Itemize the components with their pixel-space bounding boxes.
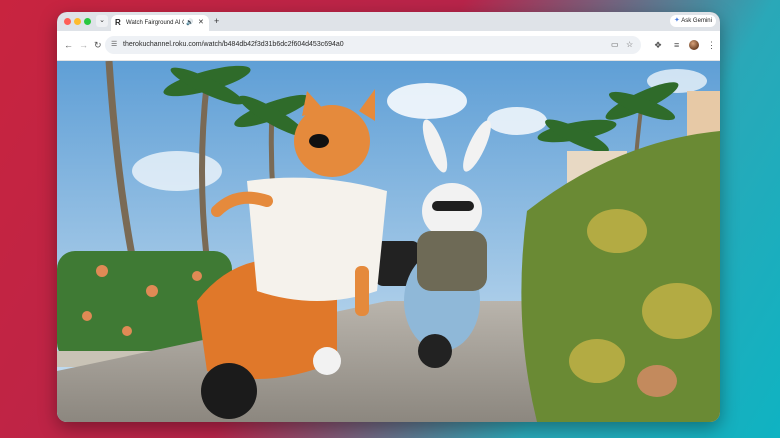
puzzle-icon[interactable]: ❖ [654, 38, 662, 52]
plus-icon[interactable]: + [214, 15, 219, 27]
tune-icon[interactable]: ☰ [111, 39, 117, 51]
reload-icon[interactable]: ↻ [94, 39, 102, 51]
browser-window: ⌄ R Watch Fairground AI Cre 🔊 ✕ + ✦ Ask … [57, 12, 720, 422]
browser-toolbar: ← → ↻ ☰ therokuchannel.roku.com/watch/b4… [57, 31, 720, 61]
url-text[interactable]: therokuchannel.roku.com/watch/b484db42f3… [123, 39, 344, 51]
forward-arrow-icon[interactable]: → [79, 39, 88, 51]
media-controls-icon[interactable]: ≡ [674, 38, 679, 52]
kebab-menu-icon[interactable]: ⋮ [707, 38, 716, 52]
video-frame-image [57, 61, 720, 422]
tab-active[interactable]: R Watch Fairground AI Cre 🔊 ✕ [111, 15, 209, 31]
address-bar[interactable]: ☰ therokuchannel.roku.com/watch/b484db42… [105, 36, 641, 54]
tab-strip: ⌄ R Watch Fairground AI Cre 🔊 ✕ + ✦ Ask … [57, 12, 720, 31]
roku-favicon-icon: R [115, 18, 121, 27]
tab-search-chevron-icon[interactable]: ⌄ [96, 15, 108, 27]
sparkle-icon: ✦ [674, 17, 680, 24]
ask-gemini-label: Ask Gemini [681, 18, 712, 24]
tab-title: Watch Fairground AI Cre [126, 20, 184, 26]
ask-gemini-button[interactable]: ✦ Ask Gemini [670, 15, 716, 27]
close-icon[interactable]: ✕ [198, 18, 204, 28]
cast-icon[interactable]: ▭ [611, 39, 619, 51]
maximize-window-button[interactable] [84, 18, 91, 25]
close-window-button[interactable] [64, 18, 71, 25]
video-player[interactable] [57, 61, 720, 422]
speaker-icon[interactable]: 🔊 [186, 18, 193, 28]
minimize-window-button[interactable] [74, 18, 81, 25]
avatar[interactable] [689, 40, 699, 50]
star-icon[interactable]: ☆ [626, 39, 633, 51]
back-arrow-icon[interactable]: ← [64, 39, 73, 51]
